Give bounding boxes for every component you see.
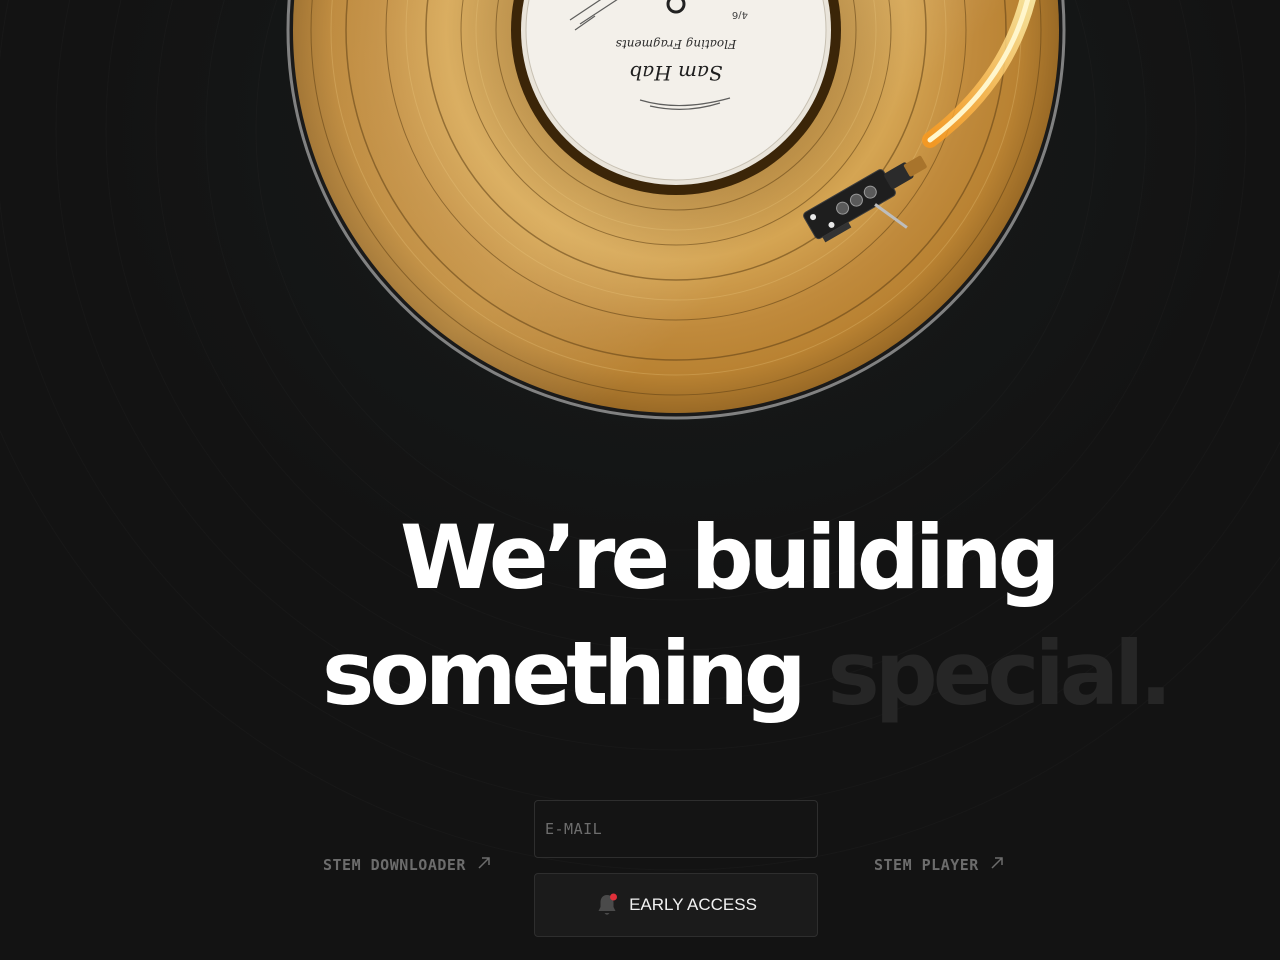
stem-player-link[interactable]: STEM PLAYER (874, 855, 1005, 875)
arrow-up-right-icon (476, 855, 492, 875)
early-access-label: EARLY ACCESS (629, 895, 757, 914)
headline-line-1: We’re building (400, 506, 1061, 609)
headline-line-2: something special. (322, 630, 1173, 718)
headline-bright-word: something (322, 622, 807, 725)
stem-downloader-link[interactable]: STEM DOWNLOADER (323, 855, 492, 875)
arrow-up-right-icon (989, 855, 1005, 875)
early-access-button[interactable]: EARLY ACCESS (534, 873, 818, 937)
record-label-title: Floating Fragments (616, 37, 738, 51)
bell-icon (595, 892, 619, 918)
email-field-container (534, 800, 818, 858)
stem-player-label: STEM PLAYER (874, 856, 979, 874)
landing-page: Floating Fragments Sam Hab 4/6 We’re bui… (0, 0, 1280, 960)
stem-downloader-label: STEM DOWNLOADER (323, 856, 466, 874)
email-field[interactable] (535, 801, 817, 857)
record-label-signature: Sam Hab (629, 61, 722, 85)
headline-dim-word: special. (827, 622, 1172, 725)
record-label-code: 4/6 (732, 9, 748, 20)
